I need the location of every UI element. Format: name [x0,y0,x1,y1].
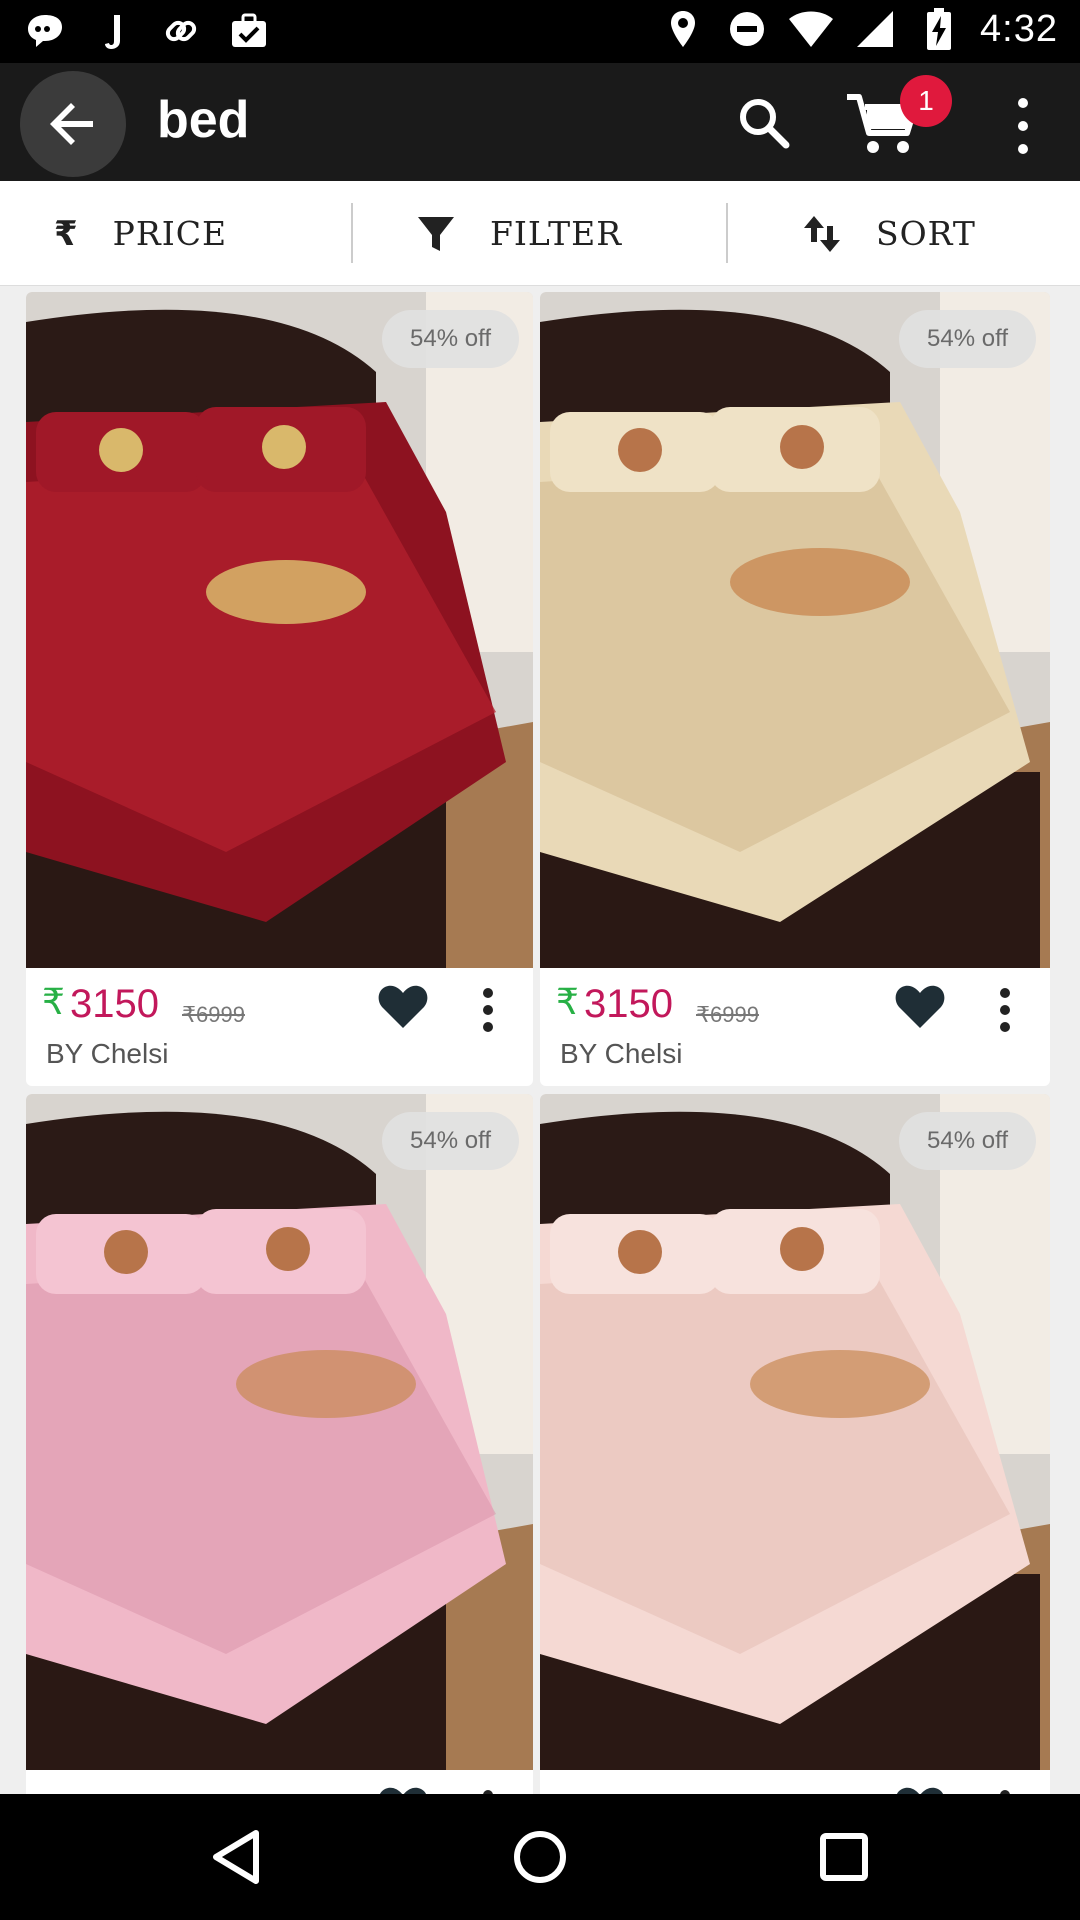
divider [351,203,353,263]
product-card[interactable]: 54% off [540,1094,1050,1794]
product-price: 3150 [584,982,673,1026]
product-brand: BY Chelsi [560,1038,683,1069]
more-vert-icon [1000,988,1010,998]
signal-icon [852,6,898,52]
product-card[interactable]: 54% off ₹ 3150 ₹6999 BY Chelsi [26,292,533,1086]
card-more-button[interactable] [481,988,495,1032]
link-icon [158,8,204,54]
status-bar: 4:32 [0,0,1080,63]
sort-arrows-icon [802,214,842,254]
divider [726,203,728,263]
wifi-icon [788,6,834,52]
rupee-icon: ₹ [556,982,579,1023]
do-not-disturb-icon [724,6,770,52]
back-triangle-icon[interactable] [206,1827,266,1887]
product-info: ₹ 3150 ₹6999 BY Chelsi [26,968,533,1086]
price-label: PRICE [112,214,228,253]
recents-square-icon[interactable] [814,1827,874,1887]
search-icon [740,99,790,149]
filter-button[interactable]: FILTER [416,181,622,286]
product-image[interactable]: 54% off [26,292,533,968]
discount-badge: 54% off [382,1112,519,1170]
top-toolbar: bed 1 [0,63,1080,181]
more-vert-icon [1018,98,1028,108]
discount-badge: 54% off [899,310,1036,368]
battery-charging-icon [916,6,962,52]
home-circle-icon[interactable] [510,1827,570,1887]
system-nav-bar [0,1794,1080,1920]
product-mrp: ₹6999 [182,1002,245,1027]
product-image[interactable]: 54% off [540,292,1050,968]
discount-badge: 54% off [382,310,519,368]
briefcase-check-icon [226,8,272,54]
price-button[interactable]: ₹ PRICE [54,181,227,286]
rupee-icon: ₹ [54,213,79,254]
more-vert-icon [483,988,493,998]
product-info [540,1770,1050,1794]
back-button[interactable] [20,71,126,177]
wishlist-heart-icon[interactable] [377,1784,429,1794]
rupee-icon: ₹ [42,982,65,1023]
filter-funnel-icon [416,215,456,253]
product-info [26,1770,533,1794]
discount-badge: 54% off [899,1112,1036,1170]
location-icon [660,6,706,52]
product-card[interactable]: 54% off [26,1094,533,1794]
clock: 4:32 [980,7,1058,50]
card-more-button[interactable] [998,988,1012,1032]
sort-button[interactable]: SORT [802,181,976,286]
product-price: 3150 [70,982,159,1026]
product-image[interactable]: 54% off [26,1094,533,1770]
product-info: ₹ 3150 ₹6999 BY Chelsi [540,968,1050,1086]
product-mrp: ₹6999 [696,1002,759,1027]
arrow-back-icon [50,103,93,145]
search-button[interactable] [734,93,794,153]
product-card[interactable]: 54% off ₹ 3150 ₹6999 BY Chelsi [540,292,1050,1086]
cart-count-badge[interactable]: 1 [900,75,952,127]
wishlist-heart-icon[interactable] [377,982,429,1030]
wishlist-heart-icon[interactable] [894,1784,946,1794]
overflow-menu-button[interactable] [1005,98,1041,154]
wishlist-heart-icon[interactable] [894,982,946,1030]
product-image[interactable]: 54% off [540,1094,1050,1770]
sort-label: SORT [876,214,976,253]
music-note-icon [90,8,136,54]
search-query-text[interactable]: bed [157,90,249,150]
product-grid: 54% off ₹ 3150 ₹6999 BY Chelsi 54% off ₹… [0,292,1080,1794]
sort-filter-bar: ₹ PRICE FILTER SORT [0,181,1080,286]
filter-label: FILTER [490,214,623,253]
product-brand: BY Chelsi [46,1038,169,1069]
chat-icon [22,8,68,54]
